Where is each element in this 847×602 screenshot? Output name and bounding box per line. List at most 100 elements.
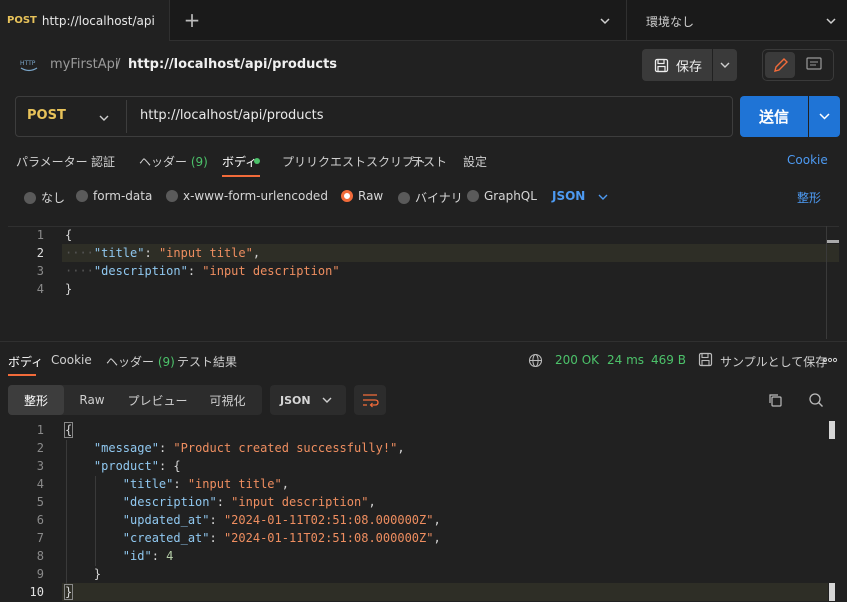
response-size[interactable]: 469 B — [651, 353, 686, 367]
globe-icon[interactable] — [528, 353, 543, 368]
radio-form-data[interactable]: form-data — [76, 189, 152, 203]
send-button[interactable]: 送信 — [740, 96, 808, 137]
radio-urlencoded[interactable]: x-www-form-urlencoded — [166, 189, 328, 203]
request-body-editor[interactable] — [8, 226, 839, 339]
line-number: 4 — [36, 282, 44, 296]
view-visualize-button[interactable]: 可視化 — [195, 385, 260, 415]
tab-settings[interactable]: 設定 — [463, 153, 487, 170]
chevron-down-icon[interactable] — [596, 190, 610, 204]
comment-icon — [806, 57, 822, 70]
radio-none[interactable]: なし — [24, 189, 65, 206]
json-string: "2024-01-11T02:51:08.000000Z" — [223, 513, 434, 527]
send-options-button[interactable] — [809, 96, 840, 137]
breadcrumb-separator: / — [116, 57, 121, 72]
json-key: "id" — [122, 549, 152, 563]
status-code[interactable]: 200 OK — [555, 353, 599, 367]
radio-label: GraphQL — [484, 189, 537, 203]
radio-dot — [467, 190, 479, 202]
edit-mode-button[interactable] — [765, 52, 795, 78]
json-key: "updated_at" — [122, 513, 210, 527]
brace: { — [65, 228, 73, 242]
radio-dot — [76, 190, 88, 202]
body-language-select[interactable]: JSON — [552, 189, 585, 203]
header-count: (9) — [190, 155, 208, 169]
code-line: "updated_at": "2024-01-11T02:51:08.00000… — [122, 513, 441, 527]
radio-label: form-data — [93, 189, 153, 203]
line-number: 4 — [36, 477, 44, 491]
breadcrumb-request-name[interactable]: http://localhost/api/products — [128, 57, 337, 72]
scrollbar-thumb[interactable] — [829, 421, 835, 439]
code-line: "title": "input title", — [122, 477, 289, 491]
chevron-down-icon — [819, 113, 830, 120]
cookies-link[interactable]: Cookie — [787, 153, 828, 167]
tab-body[interactable]: ボディ — [222, 153, 257, 170]
code-line: ····"title": "input title", — [65, 246, 261, 260]
resp-tab-test-results[interactable]: テスト結果 — [177, 353, 237, 370]
view-raw-button[interactable]: Raw — [64, 385, 120, 415]
body-indicator-dot — [254, 158, 260, 164]
save-label: 保存 — [676, 59, 703, 75]
radio-binary[interactable]: バイナリ — [398, 189, 463, 206]
line-number: 3 — [36, 264, 44, 278]
environment-selector[interactable]: 環境なし — [646, 13, 694, 30]
copy-icon[interactable] — [768, 393, 783, 408]
documentation-button[interactable] — [799, 52, 829, 78]
breadcrumb-collection[interactable]: myFirstApi — [50, 57, 118, 72]
method-select[interactable]: POST — [27, 108, 66, 123]
code-line: { — [63, 422, 74, 438]
header-count: (9) — [157, 355, 175, 369]
tab-pre-request-script[interactable]: プリリクエストスクリプト — [282, 153, 426, 170]
tab-params[interactable]: パラメーター — [16, 153, 88, 170]
wrap-lines-button[interactable] — [354, 385, 386, 415]
save-button[interactable]: 保存 — [642, 49, 712, 81]
line-number: 6 — [36, 513, 44, 527]
view-preview-button[interactable]: プレビュー — [120, 385, 195, 415]
response-time[interactable]: 24 ms — [607, 353, 644, 367]
json-key: "created_at" — [122, 531, 210, 545]
chevron-down-icon[interactable] — [822, 12, 840, 30]
code-line: "id": 4 — [122, 549, 174, 563]
pane-divider[interactable] — [0, 341, 847, 342]
chevron-down-icon[interactable] — [596, 12, 614, 30]
chevron-down-icon[interactable] — [96, 110, 112, 126]
radio-graphql[interactable]: GraphQL — [467, 189, 537, 203]
tab-auth[interactable]: 認証 — [91, 153, 115, 170]
tab-label: ヘッダー — [139, 155, 188, 169]
url-input[interactable] — [140, 108, 720, 123]
line-number: 9 — [36, 567, 44, 581]
response-format-select[interactable]: JSON — [270, 385, 346, 415]
tab-headers[interactable]: ヘッダー (9) — [139, 153, 208, 170]
json-key: "message" — [93, 441, 159, 455]
resp-tab-cookies[interactable]: Cookie — [51, 353, 92, 367]
http-icon: HTTP — [20, 60, 38, 72]
chevron-down-icon[interactable] — [320, 393, 334, 407]
beautify-link[interactable]: 整形 — [797, 189, 821, 206]
radio-label: なし — [41, 191, 66, 205]
resp-tab-headers[interactable]: ヘッダー (9) — [106, 353, 175, 370]
search-icon[interactable] — [808, 392, 824, 408]
scrollbar-thumb[interactable] — [827, 240, 839, 243]
more-options-icon[interactable] — [822, 354, 838, 366]
save-as-example-button[interactable]: サンプルとして保存 — [720, 353, 827, 370]
request-tab[interactable]: POST http://localhost/api/p・ — [0, 0, 170, 41]
divider — [126, 100, 127, 133]
whitespace-marker: ···· — [65, 264, 94, 278]
json-key: "product" — [93, 459, 159, 473]
brace: } — [63, 584, 74, 600]
tab-tests[interactable]: テスト — [411, 153, 447, 170]
save-options-button[interactable] — [713, 49, 737, 81]
code-line: ····"description": "input description" — [65, 264, 340, 278]
line-number: 2 — [36, 246, 44, 260]
svg-text:HTTP: HTTP — [20, 60, 36, 67]
chevron-down-icon — [720, 62, 730, 68]
resp-tab-body[interactable]: ボディ — [8, 353, 43, 370]
save-icon — [698, 352, 713, 367]
radio-dot-selected — [341, 190, 353, 202]
new-tab-button[interactable]: + — [182, 9, 202, 31]
radio-raw[interactable]: Raw — [341, 189, 383, 203]
code-line: { — [65, 228, 72, 242]
view-pretty-button[interactable]: 整形 — [8, 385, 64, 415]
brace: } — [65, 282, 73, 296]
whitespace-marker: ···· — [65, 246, 94, 260]
json-string: "input description" — [202, 264, 340, 278]
